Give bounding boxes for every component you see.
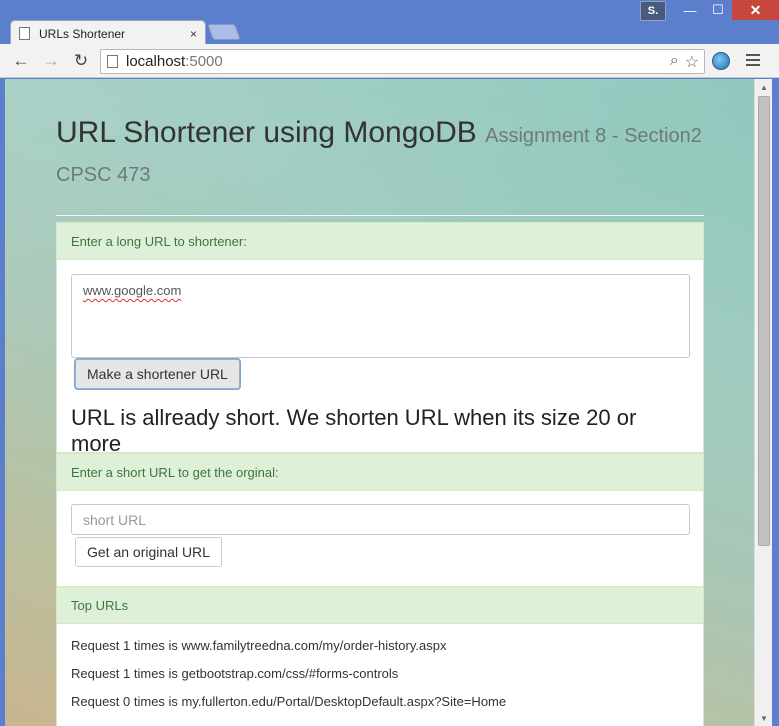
- page-icon: [19, 27, 30, 40]
- tab-urls-shortener[interactable]: URLs Shortener ×: [10, 20, 206, 46]
- tab-strip: URLs Shortener ×: [0, 14, 779, 46]
- short-url-input[interactable]: short URL: [71, 504, 690, 535]
- original-panel-heading: Enter a short URL to get the orginal:: [57, 454, 703, 491]
- globe-extension-icon[interactable]: [712, 52, 730, 70]
- back-button[interactable]: ←: [10, 51, 32, 71]
- page-title: URL Shortener using MongoDB Assignment 8…: [56, 116, 702, 186]
- make-shortener-button[interactable]: Make a shortener URL: [75, 359, 240, 389]
- menu-icon[interactable]: [746, 52, 760, 68]
- browser-toolbar: ← → ↻ localhost:5000 ⌕ ☆: [0, 44, 779, 78]
- window-border: [772, 79, 779, 726]
- shorten-panel: Enter a long URL to shortener: www.googl…: [56, 222, 704, 456]
- top-url-item: Request 1 times is getbootstrap.com/css/…: [71, 666, 399, 681]
- browser-window: S. — ☐ ✕ URLs Shortener × ← → ↻ localhos…: [0, 0, 779, 726]
- long-url-textarea[interactable]: www.google.com: [71, 274, 690, 358]
- shorten-panel-heading: Enter a long URL to shortener:: [57, 223, 703, 260]
- top-urls-panel: Top URLs Request 1 times is www.familytr…: [56, 586, 704, 726]
- scroll-thumb[interactable]: [758, 96, 770, 546]
- vertical-scrollbar[interactable]: ▲ ▼: [754, 79, 772, 726]
- omnibox-actions: ⌕ ☆: [670, 52, 699, 72]
- url-host: localhost: [126, 53, 186, 70]
- new-tab-button[interactable]: [207, 24, 241, 40]
- url-port: :5000: [185, 53, 223, 70]
- address-bar[interactable]: localhost:5000 ⌕ ☆: [100, 49, 705, 74]
- top-url-item: Request 0 times is my.fullerton.edu/Port…: [71, 694, 507, 709]
- original-panel-body: short URL Get an original URL: [57, 491, 703, 581]
- get-original-button[interactable]: Get an original URL: [75, 537, 222, 567]
- tab-title: URLs Shortener: [39, 26, 126, 41]
- result-message: URL is allready short. We shorten URL wh…: [71, 405, 637, 456]
- page-container: URL Shortener using MongoDB Assignment 8…: [56, 79, 704, 726]
- page-icon: [107, 55, 118, 68]
- forward-button[interactable]: →: [40, 51, 62, 71]
- zoom-icon[interactable]: ⌕: [670, 52, 679, 72]
- original-panel: Enter a short URL to get the orginal: sh…: [56, 453, 704, 587]
- page-header: URL Shortener using MongoDB Assignment 8…: [56, 79, 704, 216]
- top-url-item: Request 1 times is www.familytreedna.com…: [71, 638, 447, 653]
- page-viewport: URL Shortener using MongoDB Assignment 8…: [5, 79, 754, 726]
- scroll-up-arrow[interactable]: ▲: [755, 79, 773, 95]
- star-icon[interactable]: ☆: [685, 52, 699, 72]
- top-urls-list: Request 1 times is www.familytreedna.com…: [57, 624, 703, 726]
- reload-button[interactable]: ↻: [70, 51, 92, 71]
- scroll-down-arrow[interactable]: ▼: [755, 710, 773, 726]
- tab-close-icon[interactable]: ×: [190, 27, 197, 41]
- shorten-panel-body: www.google.com Make a shortener URL URL …: [57, 260, 703, 471]
- top-urls-heading: Top URLs: [57, 587, 703, 624]
